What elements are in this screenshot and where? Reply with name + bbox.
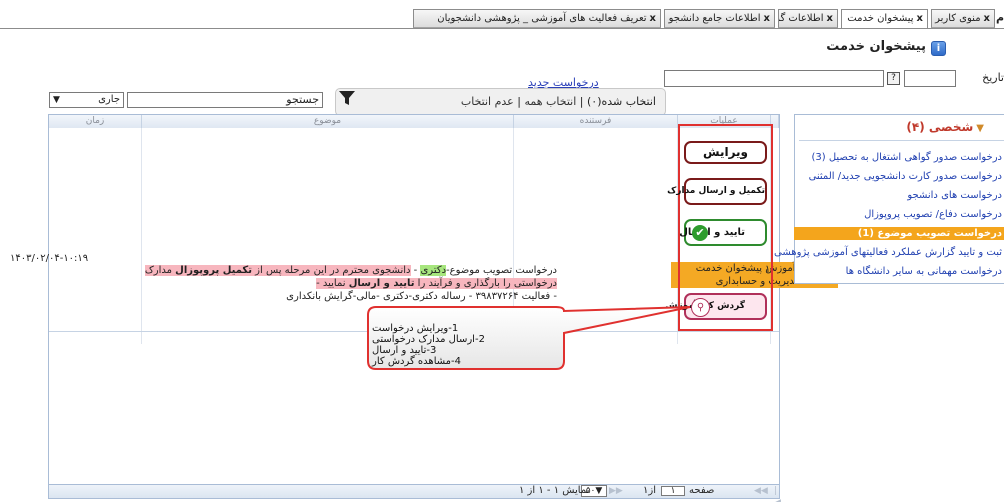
date-picker-button[interactable]: ? [887, 72, 900, 85]
sidebar-item-certificate[interactable]: درخواست صدور گواهی اشتغال به تحصیل (3) [811, 151, 1004, 164]
status-select[interactable]: جاری ▼ [49, 92, 124, 108]
subject-degree: دکتری [420, 265, 447, 276]
sidebar-title[interactable]: ▼شخصی (۴) [906, 120, 984, 134]
subject-message: دانشجوی محترم در این مرحله پس از [252, 265, 411, 276]
date-field-to[interactable] [664, 70, 884, 87]
sidebar-item-performance-report[interactable]: ثبت و تایید گزارش عملکرد فعالیتهای آموزش… [774, 246, 1004, 259]
cell-time: ۱۴۰۳/۰۲/۰۴-۱۰:۱۹ [10, 253, 89, 264]
tab-service-desk[interactable]: xپیشخوان خدمت [841, 9, 928, 29]
cell-subject: درخواست تصویب موضوع-دکتری - دانشجوی محتر… [107, 264, 557, 303]
status-select-value: جاری [98, 94, 120, 105]
callout-line: 3-تایید و ارسال [372, 345, 437, 356]
callout-line: 4-مشاهده گردش کار [372, 356, 462, 367]
page-label: صفحه [689, 485, 715, 496]
tab-strip: xتعریف فعالیت های آموزشی _ پژوهشی دانشجو… [0, 9, 1004, 29]
page-title: پیشخوان خدمت [826, 39, 926, 54]
close-icon[interactable]: x [827, 13, 833, 24]
tab-label: تعریف فعالیت های آموزشی _ پژوهشی دانشجوی… [437, 13, 647, 24]
date-field-from[interactable] [904, 70, 956, 87]
select-all-link[interactable]: انتخاب همه [524, 95, 576, 108]
header-subject[interactable]: موضوع [142, 115, 514, 128]
subject-bold: تکمیل پروپوزال [175, 265, 252, 276]
app-window: xتعریف فعالیت های آموزشی _ پژوهشی دانشجو… [0, 0, 1004, 502]
sidebar-item-defense-proposal[interactable]: درخواست دفاع/ تصویب پروپوزال [864, 208, 1004, 221]
workflow-button[interactable]: ⚲ گردش کار آموزش [665, 293, 767, 320]
filter-icon[interactable] [338, 90, 356, 106]
subject-dash: - [410, 265, 421, 276]
tab-activity-definition[interactable]: xتعریف فعالیت های آموزشی _ پژوهشی دانشجو… [413, 9, 661, 28]
tab-overflow-glyph: م [995, 11, 1004, 24]
close-icon[interactable]: x [650, 13, 656, 24]
tab-workflow-info[interactable]: xاطلاعات گردش کار [778, 9, 838, 28]
sidebar-item-guest-university[interactable]: درخواست مهمانی به سایر دانشگاه ها [846, 265, 1004, 278]
edit-button[interactable]: ویرایش [684, 141, 767, 164]
subject-message: نمایید - [316, 278, 349, 289]
page-input[interactable]: ۱ [661, 486, 685, 496]
callout-line: 2-ارسال مدارک درخواستی [372, 334, 485, 345]
tab-student-info[interactable]: xاطلاعات جامع دانشجو [664, 9, 775, 28]
tab-label: اطلاعات جامع دانشجو [668, 13, 761, 24]
tab-label: اطلاعات گردش کار [779, 13, 824, 24]
deselect-link[interactable]: عدم انتخاب [461, 95, 514, 108]
callout-text: 1-ویرایش درخواست 2-ارسال مدارک درخواستی … [372, 323, 560, 367]
callout-line: 1-ویرایش درخواست [372, 323, 459, 334]
header-time[interactable]: زمان [49, 115, 142, 128]
tab-divider [0, 28, 1004, 29]
page-of-label: از۱ [643, 485, 656, 496]
subject-prefix: درخواست تصویب موضوع- [446, 265, 557, 276]
next-page-icon[interactable]: ▶▶ [609, 485, 623, 497]
showing-label: نمایش ۱ - ۱ از ۱ [519, 485, 590, 496]
prev-page-icon[interactable]: ◀◀ [754, 485, 768, 497]
subject-activity: - فعالیت ۳۹۸۳۷۲۶۴ - رساله دکتری-دکتری -م… [286, 291, 557, 302]
confirm-send-button[interactable]: ✔ تایید و ارسال [679, 219, 767, 246]
search-input[interactable]: جستجو [127, 92, 323, 108]
triangle-down-icon: ▼ [976, 123, 984, 134]
header-sender[interactable]: فرستنده [514, 115, 678, 128]
sidebar-item-topic-approval[interactable]: درخواست تصویب موضوع (1) [794, 227, 1004, 240]
complete-docs-button[interactable]: تکمیل و ارسال مدارک [667, 178, 767, 205]
selection-bar: انتخاب شده(۰) | انتخاب همه | عدم انتخاب [335, 88, 666, 116]
subject-bold: تایید و ارسال [348, 278, 415, 289]
close-icon[interactable]: x [764, 13, 770, 24]
tab-user-menu[interactable]: xمنوی کاربر [931, 9, 995, 28]
confirm-send-label: تایید و ارسال [679, 227, 745, 238]
chevron-down-icon: ▼ [53, 95, 60, 105]
date-label: تاریخ [982, 71, 1004, 84]
info-icon: i [931, 41, 946, 56]
tab-label: منوی کاربر [935, 13, 981, 24]
first-page-icon[interactable]: |◀ [774, 485, 781, 502]
sidebar-item-student-card[interactable]: درخواست صدور کارت دانشجویی جدید/ المثنی [809, 170, 1004, 183]
sidebar-divider [799, 140, 1004, 141]
close-icon[interactable]: x [917, 13, 923, 24]
close-icon[interactable]: x [984, 13, 990, 24]
pager: |◀ ◀◀ صفحه ۱ از۱ ▶▶ ▶| ۵۰▼ نمایش ۱ - ۱ ا… [48, 485, 781, 502]
selection-separator: | [517, 95, 521, 108]
sidebar-title-label: شخصی (۴) [906, 120, 974, 134]
selection-count: انتخاب شده(۰) | [579, 95, 656, 108]
column-divider [141, 128, 142, 344]
check-icon: ✔ [692, 225, 708, 241]
tab-label: پیشخوان خدمت [847, 13, 914, 24]
sidebar-item-student-requests[interactable]: درخواست های دانشجو [907, 189, 1004, 202]
